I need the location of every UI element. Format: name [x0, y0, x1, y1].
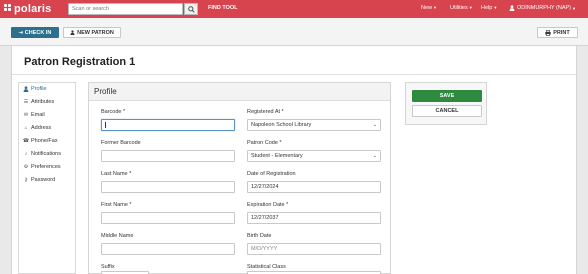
expiration-date-label: Expiration Date *	[247, 202, 289, 208]
menu-utilities-label: Utilities	[450, 5, 468, 11]
caret-down-icon: ▼	[468, 5, 473, 10]
user-name: ODINMURPHY (NAP)	[517, 5, 571, 11]
menu-help-label: Help	[481, 5, 493, 11]
nav-item-label: Notifications	[31, 151, 61, 157]
first-name-label: First Name *	[101, 202, 132, 208]
check-in-icon: ⇥	[18, 29, 23, 36]
title-divider	[12, 74, 576, 75]
key-icon: ⚷	[24, 177, 28, 183]
envelope-icon: ✉	[23, 112, 29, 118]
barcode-label: Barcode *	[101, 109, 126, 115]
registered-at-value: Napoleon School Library	[251, 122, 312, 128]
chevron-down-icon: ⌄	[372, 153, 377, 159]
user-icon	[509, 5, 515, 11]
menu-new[interactable]: New▼	[421, 5, 437, 11]
find-tool-link[interactable]: FIND TOOL	[208, 5, 238, 11]
date-of-registration-field[interactable]: 12/27/2024	[247, 181, 381, 193]
nav-item-label: Email	[31, 112, 45, 118]
registered-at-label: Registered At *	[247, 109, 284, 115]
home-icon: ⌂	[24, 125, 28, 131]
nav-item-profile[interactable]: Profile	[23, 86, 47, 92]
date-of-registration-label: Date of Registration	[247, 171, 296, 177]
nav-item-label: Profile	[31, 86, 47, 92]
top-bar: polaris Scan or search FIND TOOL New▼ Ut…	[0, 0, 588, 18]
nav-item-email[interactable]: ✉ Email	[23, 112, 45, 118]
chevron-down-icon: ⌄	[372, 122, 377, 128]
new-patron-label: NEW PATRON	[77, 29, 114, 36]
nav-item-label: Phone/Fax	[31, 138, 58, 144]
middle-name-label: Middle Name	[101, 233, 134, 239]
barcode-field[interactable]	[101, 119, 235, 131]
save-button[interactable]: SAVE	[412, 90, 482, 102]
patron-code-label: Patron Code *	[247, 140, 282, 146]
check-in-label: CHECK IN	[24, 29, 52, 36]
polaris-logo-mark	[4, 4, 12, 14]
birth-date-field[interactable]: M/D/YYYY	[247, 243, 381, 255]
registered-at-select[interactable]: Napoleon School Library ⌄	[247, 119, 381, 131]
expiration-date-field[interactable]: 12/27/2037	[247, 212, 381, 224]
search-button[interactable]	[184, 3, 198, 15]
print-icon	[545, 29, 551, 36]
menu-new-label: New	[421, 5, 433, 11]
profile-panel-title: Profile	[94, 87, 117, 96]
nav-item-label: Preferences	[31, 164, 61, 170]
user-menu[interactable]: ODINMURPHY (NAP) ▼	[509, 5, 576, 11]
search-icon	[187, 5, 195, 13]
nav-item-notifications[interactable]: ♪ Notifications	[23, 151, 61, 157]
new-patron-button[interactable]: NEW PATRON	[63, 27, 121, 38]
section-nav: Profile ☰ Attributes ✉ Email ⌂ Address ☎…	[18, 82, 76, 274]
save-panel: SAVE CANCEL	[405, 82, 487, 125]
page-title: Patron Registration 1	[24, 56, 136, 68]
gears-icon: ⚙	[23, 164, 29, 170]
patron-code-value: Student - Elementary	[251, 153, 303, 159]
former-barcode-field[interactable]	[101, 150, 235, 162]
profile-panel: Profile Barcode * Registered At * Napole…	[88, 82, 391, 274]
caret-down-icon: ▼	[572, 5, 576, 11]
user-icon	[70, 30, 75, 35]
nav-item-address[interactable]: ⌂ Address	[23, 125, 51, 131]
print-label: PRINT	[553, 29, 570, 36]
caret-down-icon: ▼	[493, 5, 498, 10]
nav-item-label: Password	[31, 177, 56, 183]
phone-icon: ☎	[22, 138, 30, 144]
caret-down-icon: ▼	[433, 5, 437, 10]
birth-date-label: Birth Date	[247, 233, 272, 239]
nav-item-attributes[interactable]: ☰ Attributes	[23, 99, 54, 105]
print-button[interactable]: PRINT	[537, 27, 578, 38]
patron-code-select[interactable]: Student - Elementary ⌄	[247, 150, 381, 162]
last-name-field[interactable]	[101, 181, 235, 193]
nav-item-password[interactable]: ⚷ Password	[23, 177, 55, 183]
menu-utilities[interactable]: Utilities▼	[450, 5, 473, 11]
action-bar: ⇥ CHECK IN NEW PATRON PRINT	[0, 18, 588, 46]
check-in-button[interactable]: ⇥ CHECK IN	[11, 27, 59, 38]
former-barcode-label: Former Barcode	[101, 140, 141, 146]
search-input[interactable]: Scan or search	[68, 3, 183, 15]
last-name-label: Last Name *	[101, 171, 132, 177]
text-cursor	[105, 122, 106, 128]
menu-help[interactable]: Help▼	[481, 5, 497, 11]
first-name-field[interactable]	[101, 212, 235, 224]
suffix-label: Suffix	[101, 264, 115, 270]
bell-icon: ♪	[24, 151, 28, 157]
nav-item-label: Attributes	[31, 99, 55, 105]
list-icon: ☰	[23, 99, 29, 105]
nav-item-label: Address	[31, 125, 52, 131]
statistical-class-label: Statistical Class	[247, 264, 286, 270]
middle-name-field[interactable]	[101, 243, 235, 255]
cancel-button[interactable]: CANCEL	[412, 105, 482, 117]
main-card: Patron Registration 1 Profile ☰ Attribut…	[11, 46, 577, 274]
nav-item-phone-fax[interactable]: ☎ Phone/Fax	[23, 138, 58, 144]
nav-item-preferences[interactable]: ⚙ Preferences	[23, 164, 61, 170]
profile-panel-header: Profile	[89, 83, 390, 101]
user-icon	[23, 86, 29, 92]
polaris-logo[interactable]: polaris	[4, 2, 51, 16]
brand-name: polaris	[14, 3, 52, 15]
